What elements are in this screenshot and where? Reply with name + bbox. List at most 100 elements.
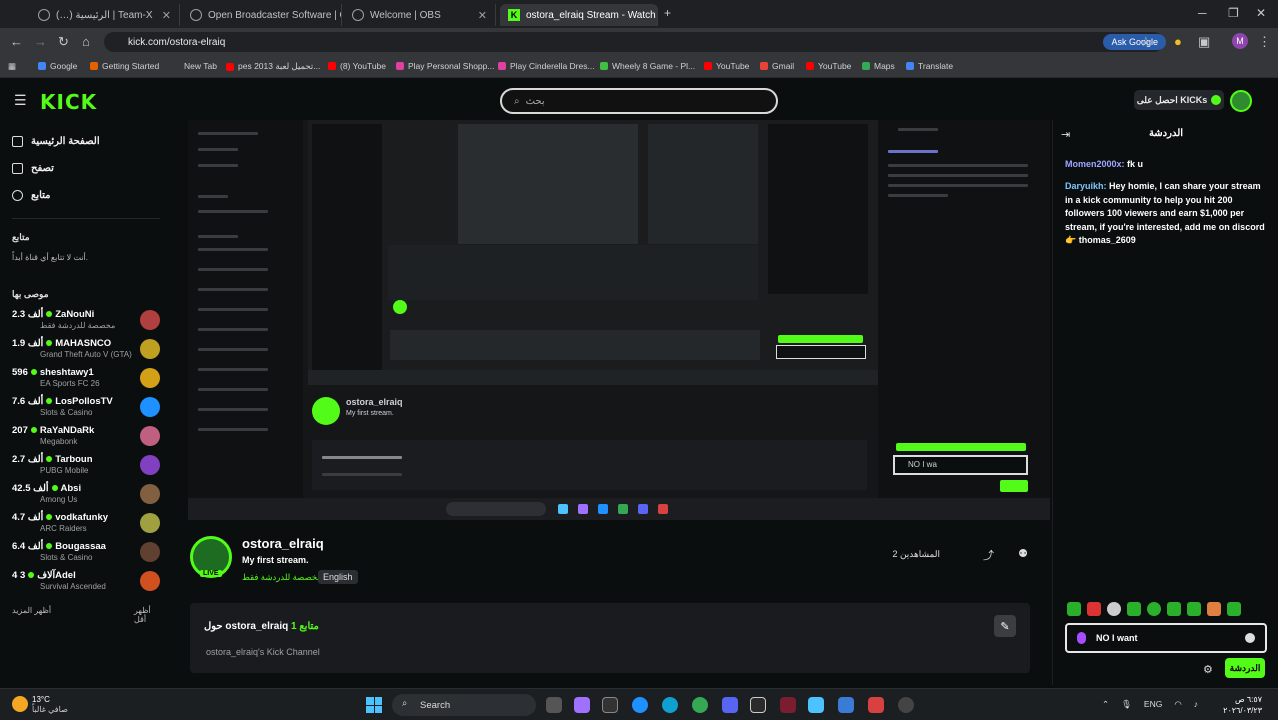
forward-icon[interactable]: → [34,34,47,49]
send-chat-button[interactable]: الدردشة [1225,658,1265,678]
input-language[interactable]: ENG [1144,699,1162,710]
bookmark-item[interactable]: (8) YouTube [328,61,386,71]
chat-username[interactable]: Daryuikh: [1065,181,1107,191]
chat-input[interactable]: NO I want [1065,623,1267,653]
apps-grid-icon[interactable]: ▦ [8,61,16,72]
chat-username[interactable]: Momen2000x: [1065,159,1125,169]
extension-icon[interactable]: ● [1174,34,1182,49]
wifi-icon[interactable]: ◠ [1174,699,1181,710]
cortana-icon[interactable] [632,697,648,713]
channel-item-tarboun[interactable]: 2.7 ألف Tarboun PUBG Mobile [12,453,160,481]
edge-icon[interactable] [662,697,678,713]
streamer-name[interactable]: ostora_elraiq [242,536,324,551]
channel-item-mahasnco[interactable]: 1.9 ألف MAHASNCO Grand Theft Auto V (GTA) [12,337,160,365]
bookmark-item[interactable]: Play Cinderella Dres... [498,61,595,71]
emote-icon[interactable] [1167,602,1181,616]
weather-icon[interactable] [12,696,28,712]
capcut-icon[interactable] [602,697,618,713]
emote-icon[interactable] [1067,602,1081,616]
tab-obs-software[interactable]: Open Broadcaster Software | O ✕ [182,4,342,26]
chrome-icon[interactable] [692,697,708,713]
emote-icon[interactable] [1207,602,1221,616]
capcut-editor-icon[interactable] [750,697,766,713]
show-more-link[interactable]: أظهر المزيد [12,606,51,615]
bookmark-item[interactable]: YouTube [704,61,749,71]
photos-icon[interactable] [838,697,854,713]
bookmark-star-icon[interactable]: ☆ [1140,34,1152,50]
emoji-icon[interactable] [1245,633,1255,643]
back-icon[interactable]: ← [10,34,23,49]
stream-category[interactable]: مخصصة للدردشة فقط [242,572,322,583]
channel-item-lospollostv[interactable]: 7.6 ألف LosPollosTV Slots & Casino [12,395,160,423]
emote-icon[interactable] [1127,602,1141,616]
emote-icon[interactable] [1227,602,1241,616]
channel-item-rayandark[interactable]: 207 RaYaNDaRk Megabonk [12,424,160,452]
show-less-link[interactable]: أظهر أقل [134,606,165,624]
sidebar-item-following[interactable]: متابع [12,190,51,201]
new-tab-icon[interactable]: + [664,6,671,20]
emote-icon[interactable] [1107,602,1121,616]
profile-avatar[interactable]: M [1232,33,1248,49]
channel-item-3adel[interactable]: 4 آلاف3Adel Survival Ascended [12,569,160,597]
mic-tray-icon[interactable]: 🎙 [1121,699,1132,710]
bookmark-item[interactable]: YouTube [806,61,851,71]
bookmark-item[interactable]: Play Personal Shopp... [396,61,494,71]
tab-kick-stream[interactable]: K ostora_elraiq Stream - Watch L ✕ [500,4,658,26]
get-kicks-button[interactable]: احصل على KICKs [1134,90,1224,110]
share-icon[interactable]: ⤴ [983,547,994,563]
bookmark-item[interactable]: Google [38,61,77,71]
channel-item-sheshtawy1[interactable]: 596 sheshtawy1 EA Sports FC 26 [12,366,160,394]
close-icon[interactable]: ✕ [472,9,487,22]
close-icon[interactable]: ✕ [156,9,171,22]
kick-logo[interactable]: KICK [40,90,97,114]
emote-icon[interactable] [1147,602,1161,616]
start-icon[interactable] [366,697,382,713]
app-icon[interactable] [780,697,796,713]
clock[interactable]: ٦:٥٧ ص ٢٠٢٦/٠٣/٢٣ [1223,694,1262,716]
sidebar-item-browse[interactable]: تصفح [12,163,54,174]
volume-icon[interactable]: ♪ [1194,699,1198,710]
emote-icon[interactable] [1087,602,1101,616]
bookmark-item[interactable]: pes 2013 تحميل لعبة... [226,61,320,72]
tab-teamx[interactable]: (…) الرئيسية | Team-X ✕ [30,4,180,26]
app-icon[interactable] [808,697,824,713]
bookmark-item[interactable]: Wheely 8 Game - Pl... [600,61,695,71]
tab-welcome-obs[interactable]: Welcome | OBS ✕ [344,4,496,26]
channel-item-bougassaa[interactable]: 6.4 ألف Bougassaa Slots & Casino [12,540,160,568]
sidebar-item-home[interactable]: الصفحة الرئيسية [12,136,100,147]
search-input[interactable]: ⌕ بحث [500,88,778,114]
channel-item-zanouni[interactable]: 2.3 ألف ZaNouNi مخصصة للدردشة فقط [12,308,160,336]
taskbar-search[interactable]: ⌕ Search [392,694,536,716]
channel-item-absi[interactable]: 42.5 ألف Absi Among Us [12,482,160,510]
bookmark-item[interactable]: New Tab [184,61,217,71]
bookmark-item[interactable]: Translate [906,61,953,71]
emote-icon[interactable] [1187,602,1201,616]
video-player[interactable]: NO I wa ostora_elraiq My first stream. [188,120,1050,520]
obs-icon[interactable] [898,697,914,713]
ask-google-button[interactable]: Ask Google [1103,34,1166,50]
language-tag[interactable]: English [318,570,358,584]
task-view-icon[interactable] [546,697,562,713]
app-icon[interactable] [868,697,884,713]
user-avatar[interactable] [1230,90,1252,112]
reload-icon[interactable]: ↻ [58,34,69,50]
edit-button[interactable]: ✎ [994,615,1016,637]
menu-dots-icon[interactable]: ⋮ [1258,34,1271,50]
minimize-icon[interactable]: ─ [1198,6,1207,20]
bookmark-item[interactable]: Getting Started [90,61,159,71]
gear-icon[interactable]: ⚙ [1203,663,1213,676]
chevron-up-icon[interactable]: ⌃ [1102,699,1109,710]
extensions-puzzle-icon[interactable]: ▣ [1198,34,1210,50]
close-window-icon[interactable]: ✕ [1256,6,1266,20]
hamburger-menu-icon[interactable]: ☰ [14,92,27,109]
copilot-icon[interactable] [574,697,590,713]
bookmark-item[interactable]: Maps [862,61,895,71]
channel-item-vodkafunky[interactable]: 4.7 ألف vodkafunky ARC Raiders [12,511,160,539]
bookmark-item[interactable]: Gmail [760,61,794,71]
discord-icon[interactable] [722,697,738,713]
address-bar[interactable]: kick.com/ostora-elraiq [104,32,1164,52]
home-icon[interactable]: ⌂ [82,34,90,49]
maximize-icon[interactable]: ❐ [1228,6,1239,20]
mic-icon[interactable] [1077,632,1086,644]
follow-user-icon[interactable]: ⚉ [1018,547,1028,560]
